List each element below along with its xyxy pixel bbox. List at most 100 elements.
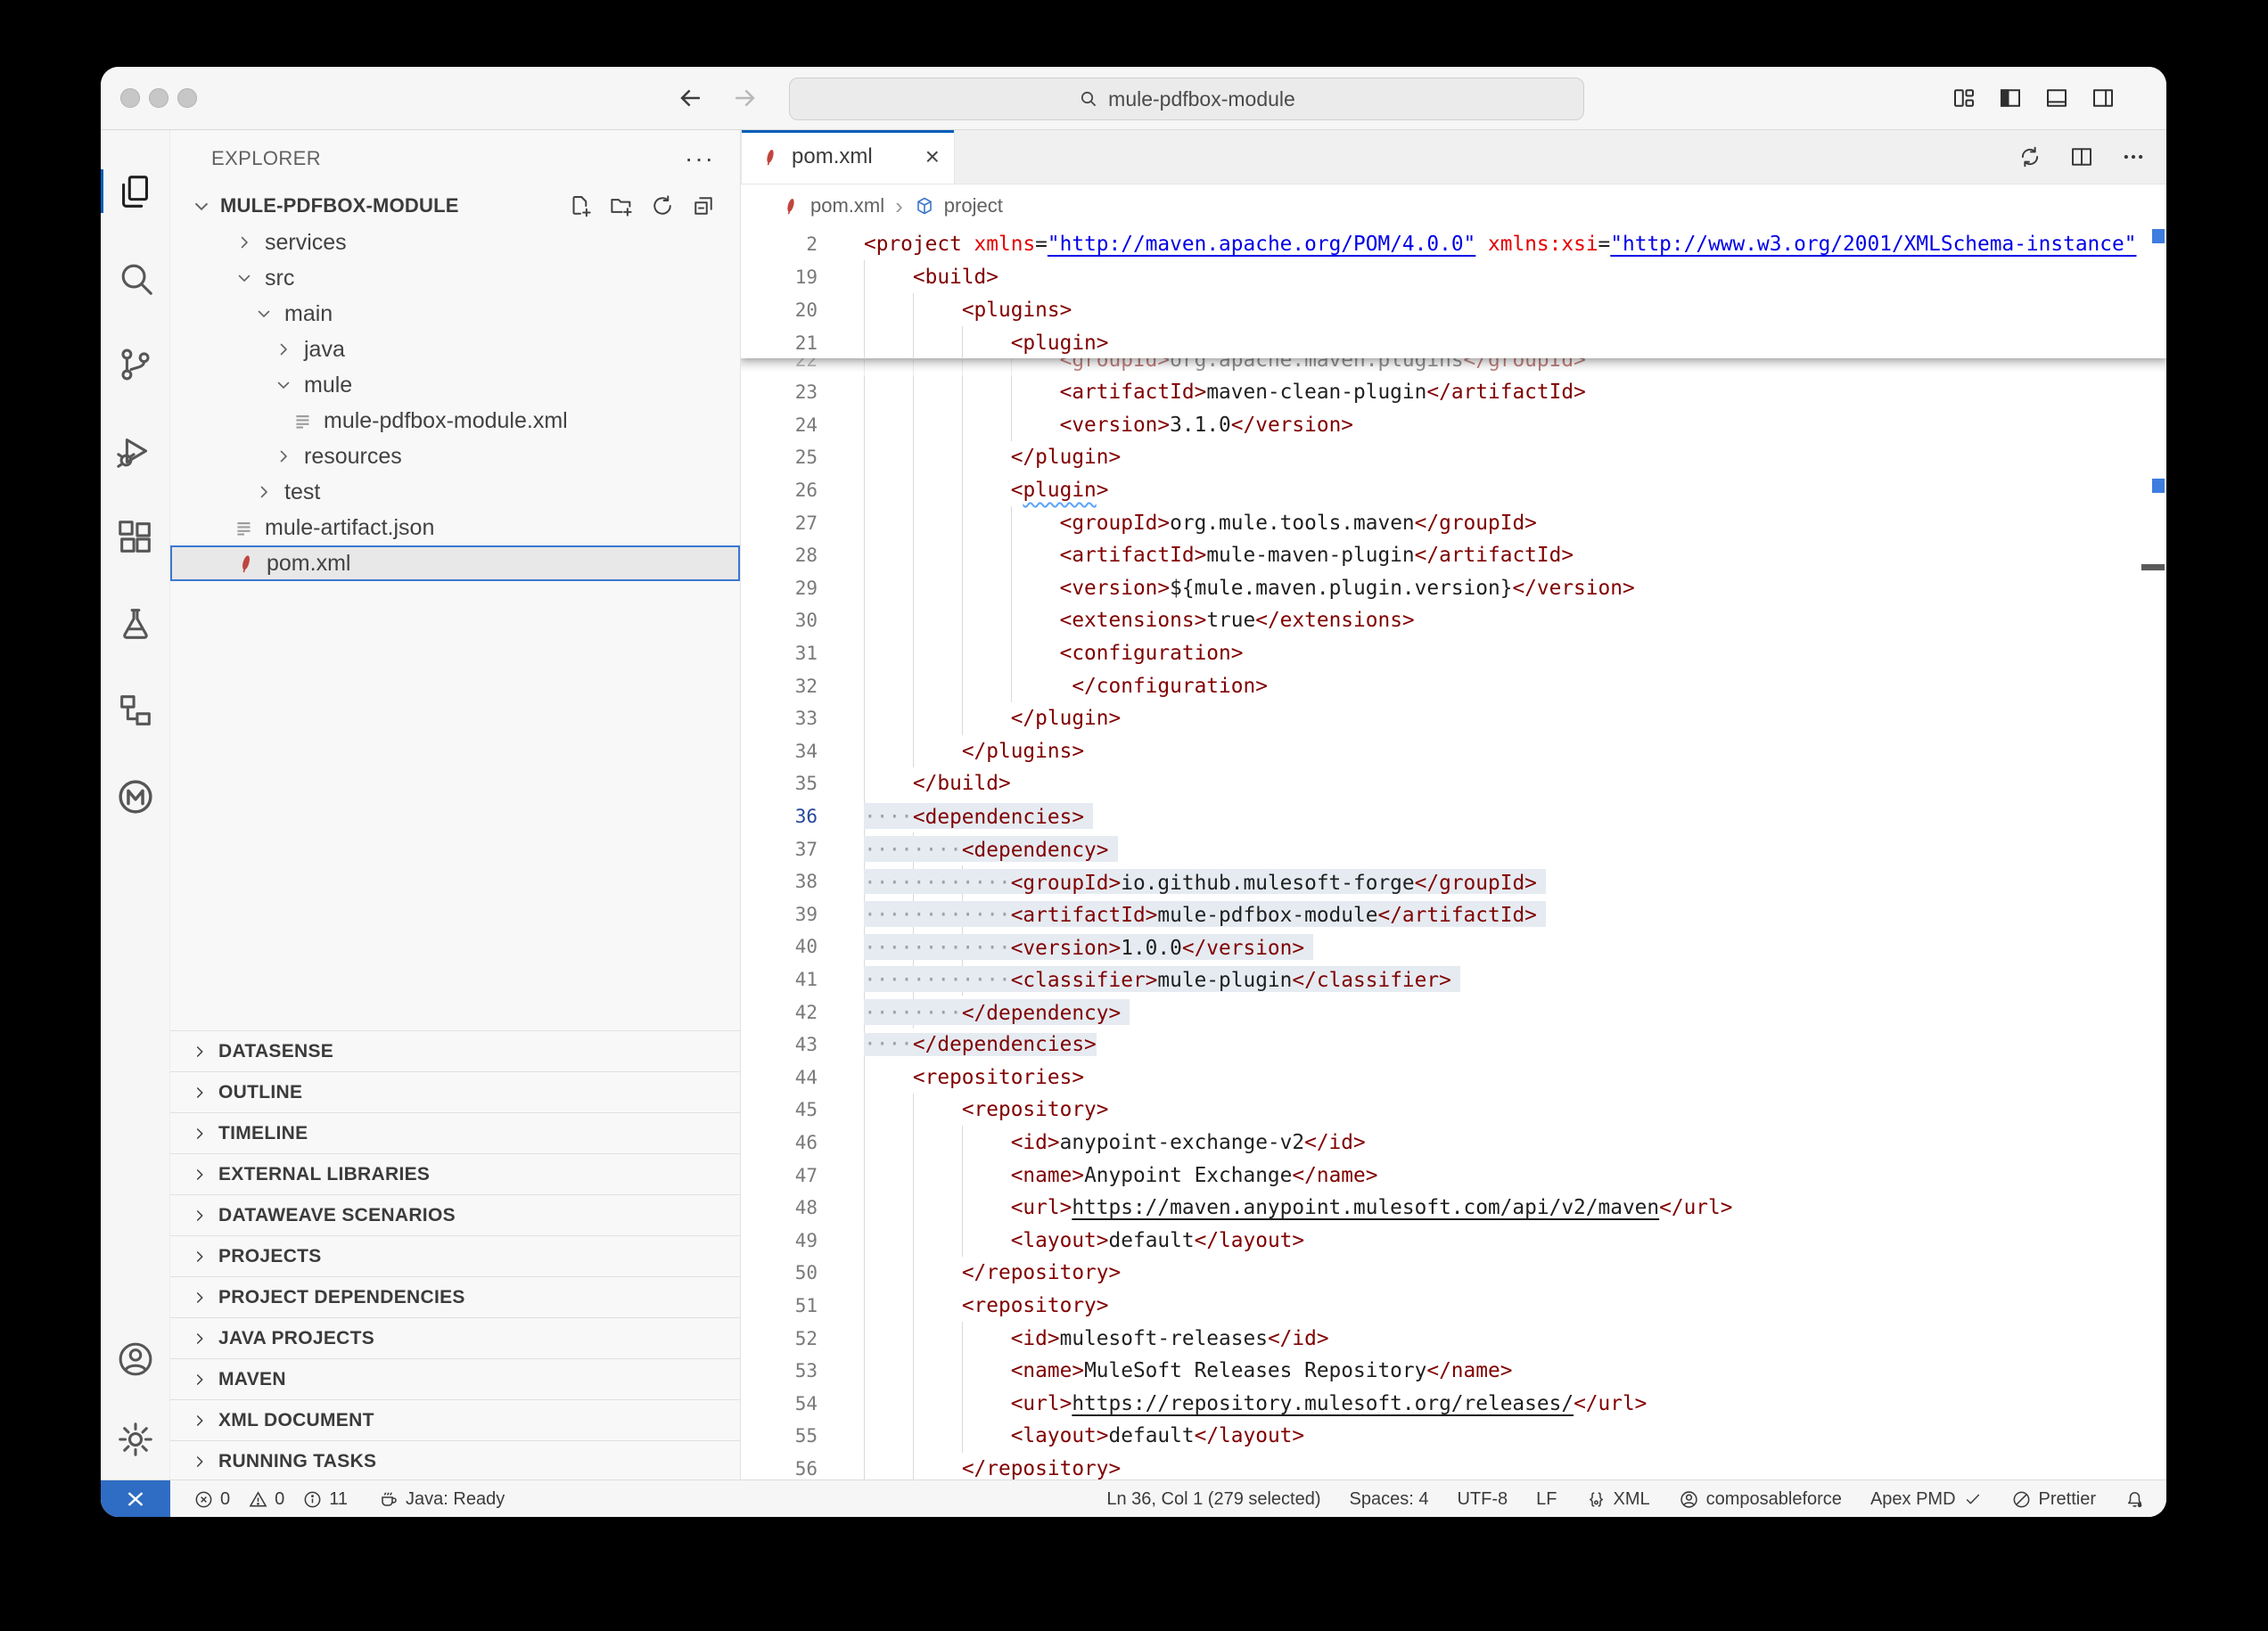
navigate-back-button[interactable] — [676, 83, 706, 113]
code-line-32[interactable]: 32 </configuration> — [741, 669, 2166, 702]
remote-indicator[interactable] — [101, 1480, 170, 1517]
code-line-27[interactable]: 27 <groupId>org.mule.tools.maven</groupI… — [741, 506, 2166, 539]
tree-item-mule-pdfbox-module.xml[interactable]: mule-pdfbox-module.xml — [170, 403, 740, 438]
sidebar-left-icon[interactable] — [1997, 85, 2024, 111]
code-line-30[interactable]: 30 <extensions>true</extensions> — [741, 604, 2166, 637]
tree-item-mule[interactable]: mule — [170, 367, 740, 403]
code-editor[interactable]: 2<project xmlns="http://maven.apache.org… — [741, 227, 2166, 1479]
code-line-23[interactable]: 23 <artifactId>maven-clean-plugin</artif… — [741, 376, 2166, 409]
collapse-all-button[interactable] — [690, 193, 717, 219]
status-cursor-position[interactable]: Ln 36, Col 1 (279 selected) — [1106, 1489, 1320, 1510]
zoom-window-button[interactable] — [177, 88, 197, 108]
panel-timeline[interactable]: TIMELINE — [170, 1112, 740, 1153]
sync-button[interactable] — [2017, 143, 2043, 170]
code-line-52[interactable]: 52 <id>mulesoft-releases</id> — [741, 1322, 2166, 1355]
code-line-48[interactable]: 48 <url>https://maven.anypoint.mulesoft.… — [741, 1192, 2166, 1225]
panel-dataweave-scenarios[interactable]: DATAWEAVE SCENARIOS — [170, 1194, 740, 1235]
panel-outline[interactable]: OUTLINE — [170, 1071, 740, 1112]
close-tab-icon[interactable]: × — [925, 144, 940, 169]
code-line-42[interactable]: 42········</dependency> — [741, 996, 2166, 1029]
code-line-56[interactable]: 56 </repository> — [741, 1452, 2166, 1479]
code-line-39[interactable]: 39············<artifactId>mule-pdfbox-mo… — [741, 897, 2166, 930]
new-file-button[interactable] — [567, 193, 594, 219]
code-line-51[interactable]: 51 <repository> — [741, 1289, 2166, 1322]
code-line-26[interactable]: 26 <plugin> — [741, 473, 2166, 506]
panel-project-dependencies[interactable]: PROJECT DEPENDENCIES — [170, 1276, 740, 1317]
code-line-24[interactable]: 24 <version>3.1.0</version> — [741, 408, 2166, 441]
code-line-19[interactable]: 19 <build> — [741, 260, 2166, 293]
project-root-row[interactable]: MULE-PDFBOX-MODULE — [170, 187, 740, 225]
close-window-button[interactable] — [120, 88, 140, 108]
tree-item-java[interactable]: java — [170, 332, 740, 367]
navigate-forward-button[interactable] — [729, 83, 760, 113]
code-line-28[interactable]: 28 <artifactId>mule-maven-plugin</artifa… — [741, 539, 2166, 572]
code-line-34[interactable]: 34 </plugins> — [741, 734, 2166, 767]
panel-external-libraries[interactable]: EXTERNAL LIBRARIES — [170, 1153, 740, 1194]
code-line-55[interactable]: 55 <layout>default</layout> — [741, 1420, 2166, 1453]
panel-maven[interactable]: MAVEN — [170, 1358, 740, 1399]
layout-icon[interactable] — [1951, 85, 1977, 111]
code-line-50[interactable]: 50 </repository> — [741, 1257, 2166, 1290]
split-editor-button[interactable] — [2068, 143, 2095, 170]
activity-search[interactable] — [101, 234, 170, 321]
code-line-45[interactable]: 45 <repository> — [741, 1094, 2166, 1127]
code-line-31[interactable]: 31 <configuration> — [741, 636, 2166, 669]
activity-extensions[interactable] — [101, 494, 170, 580]
tree-item-pom.xml[interactable]: pom.xml — [170, 545, 740, 581]
panel-running-tasks[interactable]: RUNNING TASKS — [170, 1440, 740, 1481]
code-line-25[interactable]: 25 </plugin> — [741, 441, 2166, 474]
activity-run-and-debug[interactable] — [101, 407, 170, 494]
breadcrumb-item[interactable]: pom.xml — [810, 194, 884, 217]
tree-item-main[interactable]: main — [170, 296, 740, 332]
code-line-37[interactable]: 37········<dependency> — [741, 832, 2166, 865]
tree-item-resources[interactable]: resources — [170, 438, 740, 474]
code-line-41[interactable]: 41············<classifier>mule-plugin</c… — [741, 963, 2166, 996]
activity-source-control[interactable] — [101, 321, 170, 407]
status-apex-pmd[interactable]: Apex PMD — [1870, 1489, 1983, 1510]
sidebar-right-icon[interactable] — [2090, 85, 2116, 111]
activity-mulesoft[interactable] — [101, 753, 170, 840]
status-prettier[interactable]: Prettier — [2011, 1489, 2096, 1510]
code-line-44[interactable]: 44 <repositories> — [741, 1061, 2166, 1094]
tree-item-mule-artifact.json[interactable]: mule-artifact.json — [170, 510, 740, 545]
code-line-40[interactable]: 40············<version>1.0.0</version> — [741, 930, 2166, 963]
panel-xml-document[interactable]: XML DOCUMENT — [170, 1399, 740, 1440]
code-line-38[interactable]: 38············<groupId>io.github.mulesof… — [741, 865, 2166, 898]
panel-java-projects[interactable]: JAVA PROJECTS — [170, 1317, 740, 1358]
code-line-21[interactable]: 21 <plugin> — [741, 326, 2166, 359]
code-line-2[interactable]: 2<project xmlns="http://maven.apache.org… — [741, 227, 2166, 260]
status-indentation[interactable]: Spaces: 4 — [1350, 1489, 1429, 1510]
code-line-46[interactable]: 46 <id>anypoint-exchange-v2</id> — [741, 1126, 2166, 1159]
problems-status[interactable]: 0 0 11 — [193, 1489, 348, 1510]
tree-item-services[interactable]: services — [170, 225, 740, 260]
code-line-49[interactable]: 49 <layout>default</layout> — [741, 1224, 2166, 1257]
code-line-29[interactable]: 29 <version>${mule.maven.plugin.version}… — [741, 571, 2166, 604]
activity-testing[interactable] — [101, 580, 170, 667]
code-line-53[interactable]: 53 <name>MuleSoft Releases Repository</n… — [741, 1355, 2166, 1388]
code-line-47[interactable]: 47 <name>Anypoint Exchange</name> — [741, 1159, 2166, 1192]
tree-item-src[interactable]: src — [170, 260, 740, 296]
tab-pom-xml[interactable]: pom.xml × — [741, 130, 955, 184]
code-line-35[interactable]: 35 </build> — [741, 767, 2166, 800]
refresh-button[interactable] — [649, 193, 676, 219]
code-line-33[interactable]: 33 </plugin> — [741, 702, 2166, 735]
activity-references[interactable] — [101, 667, 170, 753]
code-line-43[interactable]: 43····</dependencies> — [741, 1029, 2166, 1061]
new-folder-button[interactable] — [608, 193, 635, 219]
status-eol[interactable]: LF — [1536, 1489, 1557, 1510]
panel-projects[interactable]: PROJECTS — [170, 1235, 740, 1276]
panel-datasense[interactable]: DATASENSE — [170, 1030, 740, 1071]
code-line-20[interactable]: 20 <plugins> — [741, 293, 2166, 326]
tree-item-test[interactable]: test — [170, 474, 740, 510]
code-line-36[interactable]: 36····<dependencies> — [741, 799, 2166, 832]
java-status[interactable]: Java: Ready — [378, 1488, 505, 1510]
command-center-search[interactable]: mule-pdfbox-module — [789, 78, 1584, 120]
explorer-more-actions[interactable]: ··· — [685, 144, 715, 173]
breadcrumb-item[interactable]: project — [944, 194, 1003, 217]
activity-explorer[interactable] — [101, 148, 170, 234]
panel-bottom-icon[interactable] — [2043, 85, 2070, 111]
activity-settings[interactable] — [101, 1399, 170, 1479]
minimize-window-button[interactable] — [149, 88, 168, 108]
status-language-mode[interactable]: XML — [1586, 1489, 1650, 1510]
status-account-status[interactable]: composableforce — [1679, 1489, 1842, 1510]
